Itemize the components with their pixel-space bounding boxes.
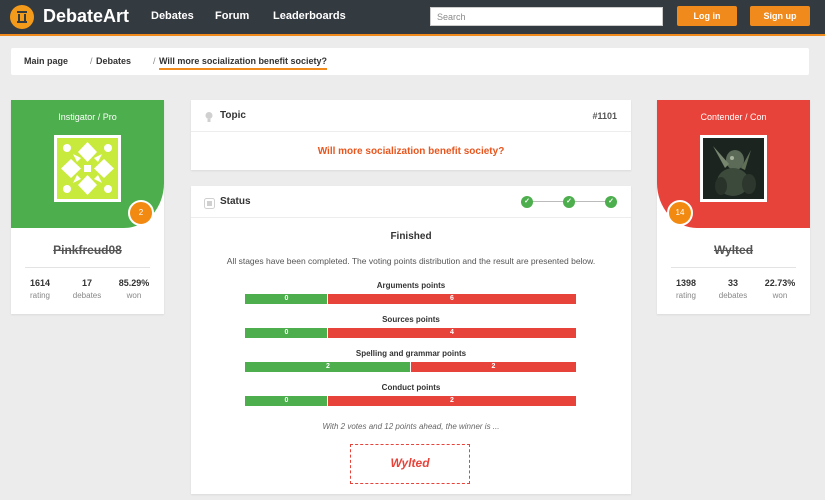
- instigator-stat-rating: 1614 rating: [15, 278, 65, 300]
- points-bar: 0 6: [245, 294, 576, 304]
- instigator-avatar[interactable]: [54, 135, 121, 202]
- status-state: Finished: [390, 231, 432, 242]
- result-summary: With 2 votes and 12 points ahead, the wi…: [322, 422, 500, 431]
- stat-label: won: [772, 291, 788, 300]
- points-bar: 2 2: [245, 362, 576, 372]
- stage-progress: ✓ ✓ ✓: [521, 196, 617, 208]
- status-card-header: Status ✓ ✓ ✓: [191, 186, 631, 218]
- category-label: Arguments points: [376, 281, 446, 290]
- check-icon: ✓: [563, 196, 575, 208]
- contender-avatar[interactable]: [700, 135, 767, 202]
- instigator-stat-won: 85.29% won: [109, 278, 159, 300]
- stat-value: 17: [81, 278, 92, 288]
- nav-link-leaderboards[interactable]: Leaderboards: [273, 10, 346, 22]
- status-icon: [204, 196, 215, 214]
- contender-stat-rating: 1398 rating: [661, 278, 711, 300]
- instigator-stat-debates: 17 debates: [62, 278, 112, 300]
- logo-text[interactable]: DebateArt: [43, 6, 129, 27]
- contender-stat-won: 22.73% won: [755, 278, 805, 300]
- pro-points: 0: [284, 397, 289, 404]
- avatar-photo-image: [703, 138, 764, 199]
- stat-label: won: [126, 291, 142, 300]
- nav-link-forum[interactable]: Forum: [215, 10, 249, 22]
- stat-label: rating: [675, 291, 696, 300]
- divider: [671, 267, 796, 268]
- topic-heading: Topic: [220, 110, 246, 121]
- nav-link-debates[interactable]: Debates: [151, 10, 194, 22]
- check-icon: ✓: [605, 196, 617, 208]
- stat-value: 1398: [675, 278, 697, 288]
- stat-label: debates: [718, 291, 748, 300]
- topic-title: Will more socialization benefit society?: [317, 146, 505, 157]
- contender-role: Contender / Con: [700, 112, 767, 122]
- status-card: Status ✓ ✓ ✓ Finished All stages have be…: [191, 186, 631, 494]
- status-description: All stages have been completed. The voti…: [226, 256, 596, 266]
- contender-stat-debates: 33 debates: [708, 278, 758, 300]
- instigator-level-badge: 2: [128, 200, 154, 226]
- breadcrumb-current: Will more socialization benefit society?: [159, 56, 327, 70]
- status-heading: Status: [220, 196, 251, 207]
- winner-box[interactable]: Wylted: [350, 444, 470, 484]
- con-points: 2: [450, 397, 454, 404]
- con-points: 4: [450, 329, 454, 336]
- search-input[interactable]: [430, 7, 663, 26]
- check-icon: ✓: [521, 196, 533, 208]
- points-bar: 0 4: [245, 328, 576, 338]
- stat-value: 85.29%: [118, 278, 150, 288]
- logo-icon[interactable]: [10, 5, 34, 29]
- contender-card: Contender / Con 14 Wylted 1398 rating 33…: [657, 100, 810, 314]
- category-label: Spelling and grammar points: [355, 349, 467, 358]
- stat-value: 33: [727, 278, 738, 288]
- instigator-username[interactable]: Pinkfreud08: [11, 243, 164, 257]
- pro-points: 0: [284, 295, 289, 302]
- topic-card: Topic #1101 Will more socialization bene…: [191, 100, 631, 170]
- instigator-card: Instigator / Pro 2 Pinkfreud08 1614 rati…: [11, 100, 164, 314]
- instigator-role: Instigator / Pro: [58, 112, 117, 122]
- divider: [25, 267, 150, 268]
- top-navbar: DebateArt Debates Forum Leaderboards Log…: [0, 0, 825, 36]
- breadcrumb-separator: /: [90, 56, 93, 66]
- contender-username[interactable]: Wylted: [657, 243, 810, 257]
- signup-button[interactable]: Sign up: [750, 6, 810, 26]
- breadcrumb-main-page[interactable]: Main page: [24, 56, 68, 66]
- debate-id: #1101: [592, 111, 617, 121]
- topic-card-header: Topic #1101: [191, 100, 631, 132]
- lightbulb-icon: [204, 110, 214, 128]
- login-button[interactable]: Log in: [677, 6, 737, 26]
- contender-level-badge: 14: [667, 200, 693, 226]
- identicon-image: [57, 138, 118, 199]
- breadcrumb-separator: /: [153, 56, 156, 66]
- stat-label: rating: [29, 291, 50, 300]
- con-points: 2: [491, 363, 496, 370]
- stat-value: 22.73%: [764, 278, 796, 288]
- category-label: Sources points: [382, 315, 440, 324]
- stat-label: debates: [72, 291, 102, 300]
- points-bar: 0 2: [245, 396, 576, 406]
- instigator-header: Instigator / Pro 2: [11, 100, 164, 228]
- breadcrumb-debates[interactable]: Debates: [96, 56, 131, 66]
- pro-points: 2: [326, 363, 330, 370]
- con-points: 6: [450, 295, 454, 302]
- category-label: Conduct points: [381, 383, 441, 392]
- breadcrumb: Main page / Debates / Will more socializ…: [11, 48, 809, 75]
- pro-points: 0: [284, 329, 289, 336]
- stat-value: 1614: [29, 278, 51, 288]
- contender-header: Contender / Con 14: [657, 100, 810, 228]
